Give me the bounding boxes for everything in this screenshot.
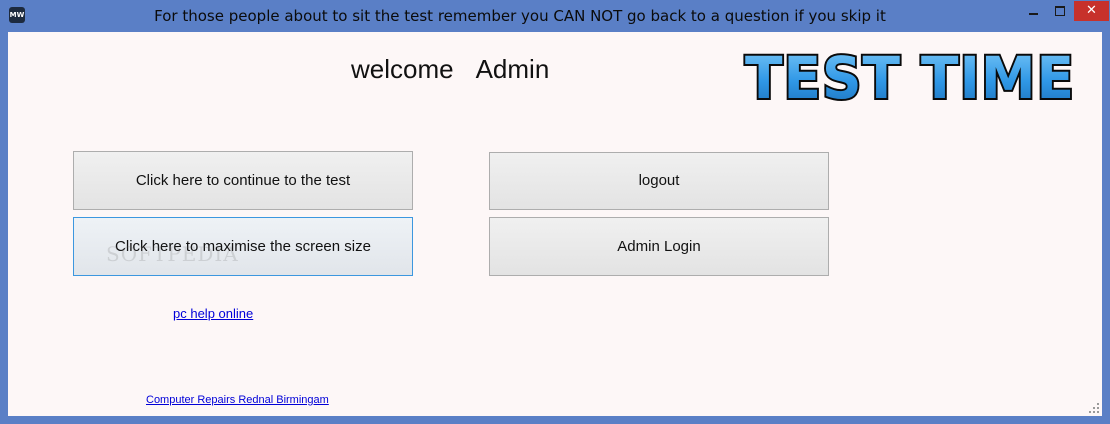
welcome-message: welcome Admin [351,54,549,85]
continue-test-button[interactable]: Click here to continue to the test [73,151,413,210]
app-icon[interactable]: MW [9,7,25,23]
watermark: SOFTPEDIA [106,242,239,266]
maximize-icon [1055,6,1065,16]
title-bar[interactable]: MW For those people about to sit the tes… [0,0,1110,32]
minimize-button[interactable] [1020,1,1047,21]
window-title: For those people about to sit the test r… [154,7,886,25]
computer-repairs-link[interactable]: Computer Repairs Rednal Birmingam [146,394,329,406]
welcome-label: welcome [351,54,454,84]
close-icon: ✕ [1086,3,1097,18]
test-time-logo: TEST TIME [743,42,1076,112]
logo-text: TEST TIME [745,44,1075,112]
close-button[interactable]: ✕ [1074,1,1109,21]
maximize-button[interactable] [1047,1,1074,21]
admin-login-button[interactable]: Admin Login [489,217,829,276]
logout-button[interactable]: logout [489,152,829,210]
app-window: MW For those people about to sit the tes… [0,0,1110,424]
pc-help-online-link[interactable]: pc help online [173,306,253,321]
username-label: Admin [475,54,550,84]
main-panel: welcome Admin TEST TIME Click here to con… [8,32,1102,416]
minimize-icon [1029,13,1038,15]
resize-grip-icon[interactable] [1088,402,1100,414]
